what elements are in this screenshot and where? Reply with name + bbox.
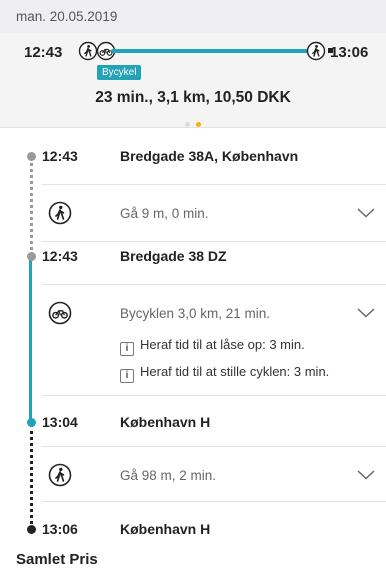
stop-row: 13:06 København H [0, 501, 386, 557]
walk-icon [48, 201, 72, 225]
stop-place: København H [120, 521, 211, 537]
chevron-down-icon[interactable] [357, 307, 375, 319]
stop-time: 13:06 [42, 521, 78, 537]
stop-time: 12:43 [42, 248, 78, 264]
stop-row: 12:43 Bredgade 38A, København [0, 128, 386, 184]
info-icon: i [120, 369, 134, 383]
bike-badge: Bycykel [97, 65, 142, 80]
walk-icon [48, 463, 72, 487]
total-price-title: Samlet Pris [16, 551, 98, 568]
stop-row: 12:43 Bredgade 38 DZ [0, 228, 386, 284]
walk-icon [306, 41, 326, 61]
leg-description: Gå 98 m, 2 min. [120, 468, 217, 483]
chevron-down-icon[interactable] [357, 469, 375, 481]
trip-timeline-line [111, 49, 311, 53]
trip-summary[interactable]: 12:43 13:06 Bycykel 23 min., 3,1 km, 10,… [0, 33, 386, 128]
leg-note: i Heraf tid til at stille cyklen: 3 min. [120, 364, 329, 384]
leg-row-walk[interactable]: Gå 98 m, 2 min. [42, 446, 386, 502]
page-dot[interactable] [185, 122, 190, 127]
stop-time: 12:43 [42, 148, 78, 164]
date-label: man. 20.05.2019 [16, 9, 118, 24]
stop-place: Bredgade 38A, København [120, 148, 299, 164]
stop-place: København H [120, 414, 211, 430]
info-icon: i [120, 342, 134, 356]
chevron-down-icon[interactable] [357, 207, 375, 219]
summary-start-time: 12:43 [24, 44, 63, 61]
date-bar: man. 20.05.2019 [0, 0, 386, 33]
leg-description: Gå 9 m, 0 min. [120, 206, 209, 221]
leg-description: Bycyklen 3,0 km, 21 min. [120, 306, 271, 321]
page-dot-active[interactable] [196, 122, 201, 127]
stop-row: 13:04 København H [0, 394, 386, 450]
stop-time: 13:04 [42, 414, 78, 430]
bike-icon [48, 301, 72, 325]
stop-place: Bredgade 38 DZ [120, 248, 227, 264]
leg-row-bike[interactable]: Bycyklen 3,0 km, 21 min. i Heraf tid til … [42, 284, 386, 396]
leg-note: i Heraf tid til at låse op: 3 min. [120, 337, 305, 357]
leg-note-text: Heraf tid til at stille cyklen: 3 min. [140, 364, 330, 379]
leg-note-text: Heraf tid til at låse op: 3 min. [140, 337, 305, 352]
summary-info: 23 min., 3,1 km, 10,50 DKK [95, 89, 291, 106]
summary-end-time: 13:06 [330, 44, 369, 61]
walk-icon [78, 41, 98, 61]
